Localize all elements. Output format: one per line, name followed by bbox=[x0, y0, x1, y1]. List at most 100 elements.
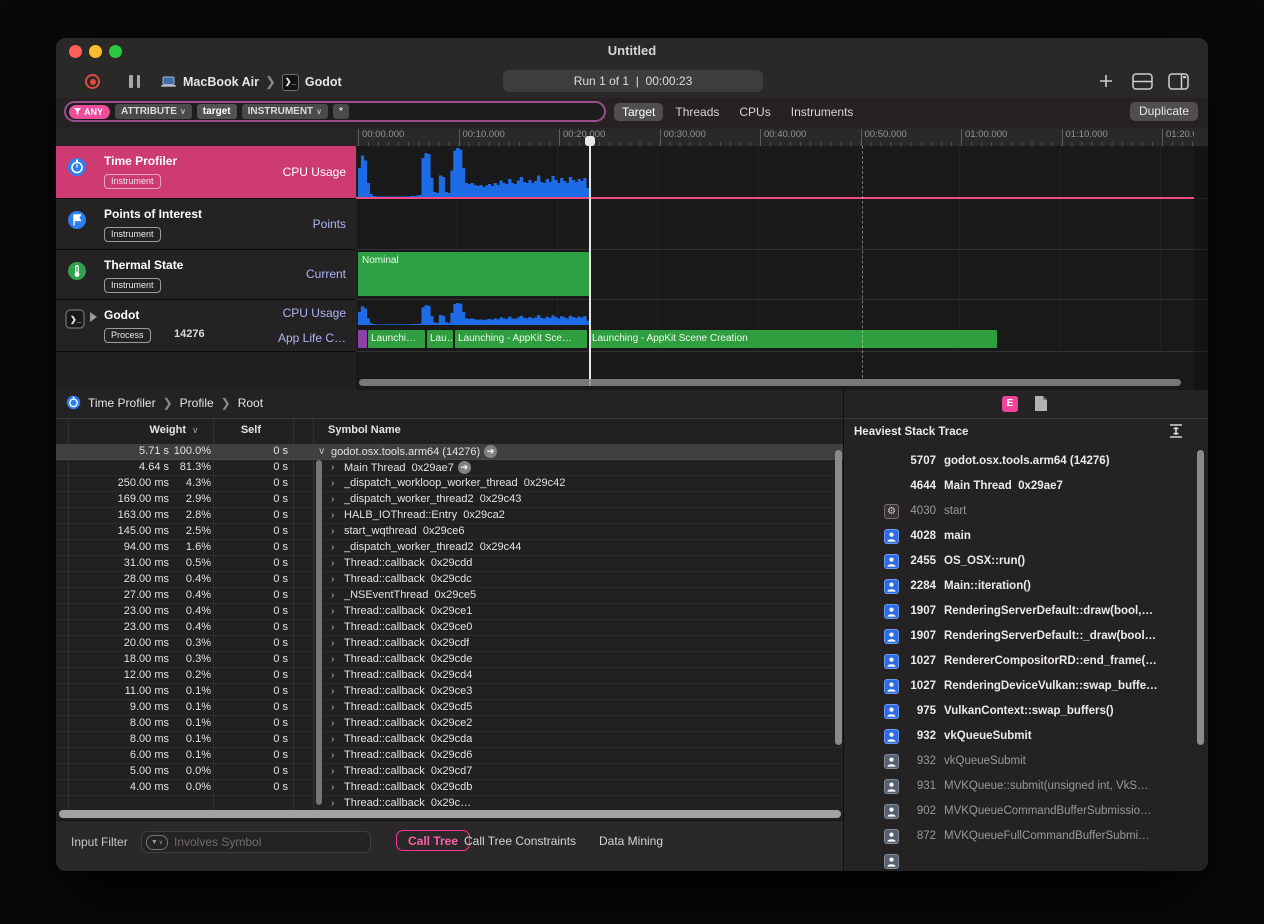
stack-trace-row[interactable]: 1027RendererCompositorRD::end_frame(… bbox=[844, 650, 1208, 675]
disclosure-closed-icon[interactable]: › bbox=[331, 734, 340, 745]
sort-chevron-icon[interactable]: ∨ bbox=[192, 425, 199, 436]
track-row-time-profiler[interactable]: Time Profiler Instrument CPU Usage bbox=[56, 146, 1208, 199]
call-tree-row[interactable]: 250.00 ms4.3%0 s›_dispatch_workloop_work… bbox=[56, 476, 843, 492]
disclosure-closed-icon[interactable]: › bbox=[331, 606, 340, 617]
disclosure-open-icon[interactable]: ∨ bbox=[318, 446, 327, 457]
call-tree-horizontal-scrollbar[interactable] bbox=[59, 810, 841, 818]
symbol-filter-input[interactable]: ▼∨ Involves Symbol bbox=[141, 831, 371, 853]
godot-process-graph[interactable]: Launchi…Lau…Launching - AppKit Sce…Launc… bbox=[356, 300, 1194, 352]
record-button[interactable] bbox=[85, 74, 100, 89]
column-header-weight[interactable]: Weight bbox=[76, 424, 186, 436]
stack-trace-row[interactable]: 1907RenderingServerDefault::_draw(bool… bbox=[844, 625, 1208, 650]
disclosure-closed-icon[interactable]: › bbox=[331, 670, 340, 681]
stack-trace-row[interactable]: 1027RenderingDeviceVulkan::swap_buffe… bbox=[844, 675, 1208, 700]
call-tree-button[interactable]: Call Tree bbox=[396, 830, 470, 851]
disclosure-closed-icon[interactable]: › bbox=[331, 638, 340, 649]
disclosure-closed-icon[interactable]: › bbox=[331, 526, 340, 537]
thermal-state-graph[interactable]: Nominal bbox=[356, 250, 1194, 300]
disclosure-closed-icon[interactable]: › bbox=[331, 782, 340, 793]
call-tree-row[interactable]: 18.00 ms0.3%0 s›Thread::callback 0x29cde bbox=[56, 652, 843, 668]
disclosure-closed-icon[interactable]: › bbox=[331, 686, 340, 697]
stack-trace-row[interactable] bbox=[844, 850, 1208, 871]
call-tree-row[interactable]: 6.00 ms0.1%0 s›Thread::callback 0x29cd6 bbox=[56, 748, 843, 764]
lifecycle-span[interactable]: Launchi… bbox=[368, 330, 425, 348]
disclosure-closed-icon[interactable]: › bbox=[331, 718, 340, 729]
playhead-handle[interactable] bbox=[585, 136, 595, 146]
breadcrumb-item[interactable]: Time Profiler bbox=[88, 396, 156, 410]
ruler-scale[interactable]: 00:00.00000:10.00000:20.00000:30.00000:4… bbox=[356, 128, 1194, 146]
call-tree-row[interactable]: 163.00 ms2.8%0 s›HALB_IOThread::Entry 0x… bbox=[56, 508, 843, 524]
focus-arrow-button[interactable]: ➔ bbox=[458, 461, 471, 474]
stack-trace-row[interactable]: 1907RenderingServerDefault::draw(bool,… bbox=[844, 600, 1208, 625]
track-header-points-of-interest[interactable]: Points of Interest Instrument Points bbox=[56, 199, 356, 250]
call-tree-row[interactable]: 8.00 ms0.1%0 s›Thread::callback 0x29ce2 bbox=[56, 716, 843, 732]
lifecycle-span[interactable]: Launching - AppKit Sce… bbox=[455, 330, 587, 348]
call-tree-row[interactable]: 12.00 ms0.2%0 s›Thread::callback 0x29cd4 bbox=[56, 668, 843, 684]
call-tree-row[interactable]: 5.00 ms0.0%0 s›Thread::callback 0x29cd7 bbox=[56, 764, 843, 780]
disclosure-closed-icon[interactable]: › bbox=[331, 494, 340, 505]
thermal-nominal-bar[interactable]: Nominal bbox=[358, 252, 589, 296]
stack-trace-row[interactable]: 4028main bbox=[844, 525, 1208, 550]
disclosure-closed-icon[interactable]: › bbox=[331, 654, 340, 665]
view-tab-threads[interactable]: Threads bbox=[667, 103, 727, 121]
stack-trace-row[interactable]: 5707godot.osx.tools.arm64 (14276) bbox=[844, 450, 1208, 475]
duplicate-button[interactable]: Duplicate bbox=[1130, 102, 1198, 121]
disclosure-triangle-icon[interactable] bbox=[90, 312, 97, 322]
filter-token[interactable]: * bbox=[333, 104, 349, 119]
track-header-godot[interactable]: ❯_ Godot Process 14276 CPU Usage App Lif… bbox=[56, 300, 356, 352]
call-tree-row[interactable]: 9.00 ms0.1%0 s›Thread::callback 0x29cd5 bbox=[56, 700, 843, 716]
stack-trace-row[interactable]: 872MVKQueueFullCommandBufferSubmi… bbox=[844, 825, 1208, 850]
column-header-self[interactable]: Self bbox=[201, 424, 261, 436]
filter-any-pill[interactable]: ANY bbox=[69, 105, 110, 119]
cpu-usage-graph[interactable] bbox=[356, 146, 1194, 199]
add-instrument-button[interactable] bbox=[1098, 73, 1120, 91]
view-tab-cpus[interactable]: CPUs bbox=[731, 103, 778, 121]
call-tree-row[interactable]: 20.00 ms0.3%0 s›Thread::callback 0x29cdf bbox=[56, 636, 843, 652]
stack-trace-row[interactable]: ⚙4030start bbox=[844, 500, 1208, 525]
call-tree-vertical-scrollbar[interactable] bbox=[835, 450, 842, 745]
track-row-thermal-state[interactable]: Thermal State Instrument Current Nominal bbox=[56, 250, 1208, 300]
filter-dropdown-icon[interactable]: ▼∨ bbox=[146, 835, 168, 850]
lifecycle-span[interactable]: Launching - AppKit Scene Creation bbox=[589, 330, 997, 348]
column-scroll-strip[interactable] bbox=[316, 460, 322, 805]
flatten-stack-icon[interactable] bbox=[1168, 423, 1184, 439]
lifecycle-span[interactable] bbox=[358, 330, 367, 348]
view-tab-target[interactable]: Target bbox=[614, 103, 663, 121]
disclosure-closed-icon[interactable]: › bbox=[331, 590, 340, 601]
disclosure-closed-icon[interactable]: › bbox=[331, 462, 340, 473]
stack-trace-row[interactable]: 975VulkanContext::swap_buffers() bbox=[844, 700, 1208, 725]
stack-trace-row[interactable]: 932vkQueueSubmit bbox=[844, 725, 1208, 750]
toggle-right-sidebar-button[interactable] bbox=[1168, 73, 1190, 91]
disclosure-closed-icon[interactable]: › bbox=[331, 622, 340, 633]
call-tree-constraints-button[interactable]: Call Tree Constraints bbox=[464, 834, 576, 848]
time-ruler[interactable]: 00:00.00000:10.00000:20.00000:30.00000:4… bbox=[56, 128, 1208, 147]
disclosure-closed-icon[interactable]: › bbox=[331, 510, 340, 521]
disclosure-closed-icon[interactable]: › bbox=[331, 798, 340, 809]
call-tree-row[interactable]: 4.00 ms0.0%0 s›Thread::callback 0x29cdb bbox=[56, 780, 843, 796]
stack-trace-scrollbar[interactable] bbox=[1197, 450, 1204, 745]
track-header-time-profiler[interactable]: Time Profiler Instrument CPU Usage bbox=[56, 146, 356, 199]
stack-trace-row[interactable]: 931MVKQueue::submit(unsigned int, VkS… bbox=[844, 775, 1208, 800]
call-tree-row[interactable]: 5.71 s100.0%0 s∨godot.osx.tools.arm64 (1… bbox=[56, 444, 843, 460]
extended-detail-tab[interactable]: E bbox=[1002, 396, 1018, 412]
view-tab-instruments[interactable]: Instruments bbox=[783, 103, 862, 121]
lifecycle-span[interactable]: Lau… bbox=[427, 330, 453, 348]
disclosure-closed-icon[interactable]: › bbox=[331, 574, 340, 585]
track-row-godot[interactable]: ❯_ Godot Process 14276 CPU Usage App Lif… bbox=[56, 300, 1208, 352]
disclosure-closed-icon[interactable]: › bbox=[331, 542, 340, 553]
breadcrumb-item[interactable]: Root bbox=[238, 396, 263, 410]
filter-token[interactable]: INSTRUMENT∨ bbox=[242, 104, 328, 119]
stack-trace-row[interactable]: 2455OS_OSX::run() bbox=[844, 550, 1208, 575]
track-filter-field[interactable]: ANY ATTRIBUTE∨targetINSTRUMENT∨* bbox=[64, 101, 606, 122]
track-header-thermal-state[interactable]: Thermal State Instrument Current bbox=[56, 250, 356, 300]
filter-token[interactable]: ATTRIBUTE∨ bbox=[115, 104, 192, 119]
timeline-horizontal-scrollbar[interactable] bbox=[359, 379, 1181, 386]
call-tree-row[interactable]: 23.00 ms0.4%0 s›Thread::callback 0x29ce0 bbox=[56, 620, 843, 636]
disclosure-closed-icon[interactable]: › bbox=[331, 558, 340, 569]
call-tree-row[interactable]: 28.00 ms0.4%0 s›Thread::callback 0x29cdc bbox=[56, 572, 843, 588]
call-tree-row[interactable]: 8.00 ms0.1%0 s›Thread::callback 0x29cda bbox=[56, 732, 843, 748]
disclosure-closed-icon[interactable]: › bbox=[331, 702, 340, 713]
disclosure-closed-icon[interactable]: › bbox=[331, 478, 340, 489]
stack-trace-row[interactable]: 4644Main Thread 0x29ae7 bbox=[844, 475, 1208, 500]
call-tree-row[interactable]: 27.00 ms0.4%0 s›_NSEventThread 0x29ce5 bbox=[56, 588, 843, 604]
